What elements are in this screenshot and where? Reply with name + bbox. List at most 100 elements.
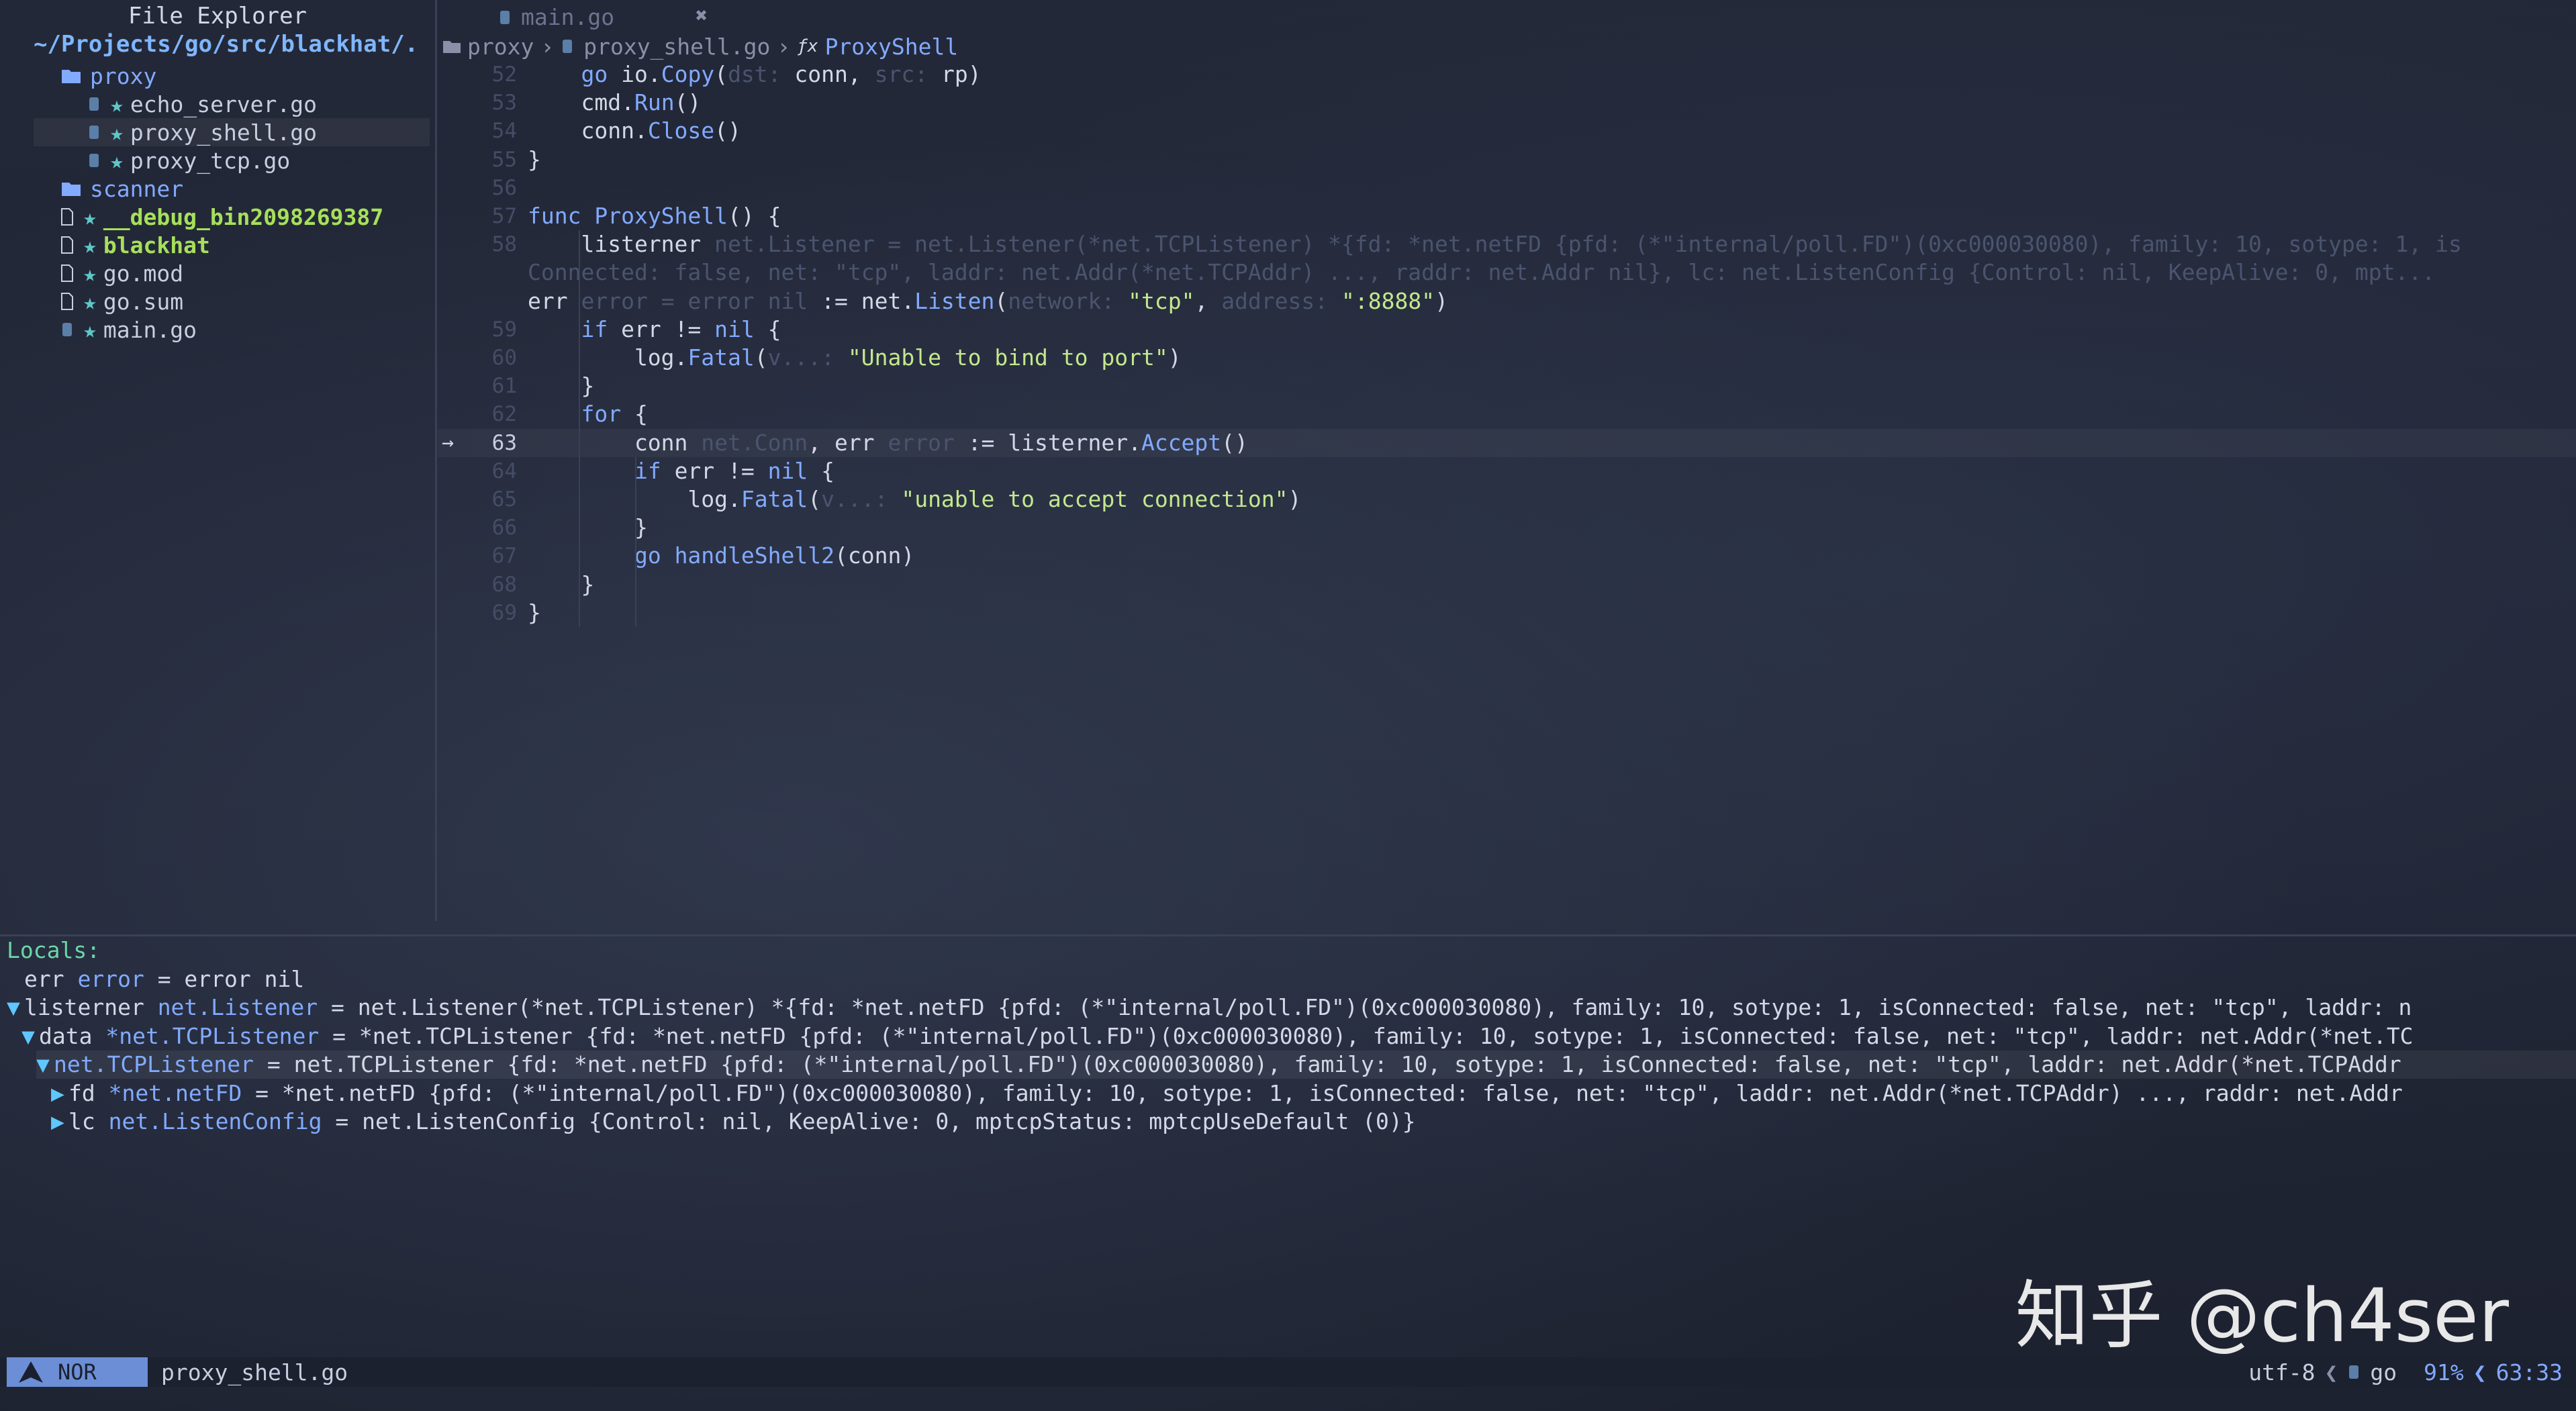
file-icon — [61, 264, 73, 282]
file-tree-item[interactable]: ★ echo_server.go — [34, 90, 430, 118]
expand-down-icon[interactable]: ▼ — [36, 1051, 54, 1079]
line-number: 65 — [491, 487, 517, 512]
code-token: Fatal — [687, 344, 755, 371]
tab-bar: main.go ✖ — [438, 4, 2576, 31]
tree-item-label: proxy_shell.go — [130, 119, 318, 146]
code-token: } — [528, 146, 541, 173]
code-line[interactable]: go io.Copy(dst: conn, src: rp) — [528, 60, 981, 89]
locals-variable-row[interactable]: ▼ net.TCPListener = net.TCPListener {fd: … — [36, 1051, 2576, 1079]
code-line[interactable]: } — [528, 146, 541, 174]
file-tree-item[interactable]: ★ proxy_shell.go — [34, 118, 430, 146]
code-token: { — [821, 458, 834, 484]
code-token: cmd. — [528, 89, 634, 115]
folder-open-icon — [443, 41, 461, 53]
code-line[interactable]: listerner net.Listener = net.Listener(*n… — [528, 230, 2461, 258]
locals-variable-row[interactable]: ▶ fd *net.netFD = *net.netFD {pfd: (*"int… — [51, 1079, 2576, 1108]
code-token: go — [634, 542, 675, 569]
code-line[interactable]: err error = error nil := net.Listen(netw… — [528, 287, 1448, 315]
variable-type: *net.netFD — [108, 1080, 242, 1106]
expand-down-icon[interactable]: ▼ — [7, 993, 24, 1022]
file-tree-item[interactable]: scanner — [34, 175, 430, 203]
code-token: Fatal — [741, 486, 808, 512]
code-line[interactable]: conn net.Conn, err error := listerner.Ac… — [528, 429, 1248, 457]
code-token: func — [528, 203, 595, 229]
function-icon: ƒx — [797, 36, 818, 56]
code-line[interactable]: if err != nil { — [528, 315, 781, 344]
code-token: conn, — [794, 61, 875, 87]
code-token: net.Conn — [701, 430, 808, 456]
explorer-cwd[interactable]: ~/Projects/go/src/blackhat/. — [34, 31, 418, 58]
indent-guide — [634, 457, 636, 627]
file-tree-item[interactable]: ★ go.sum — [34, 287, 430, 315]
code-line[interactable]: go handleShell2(conn) — [528, 542, 914, 570]
chevron-left-icon: ❮ — [2324, 1359, 2338, 1385]
variable-value: = net.ListenConfig {Control: nil, KeepAl… — [322, 1108, 1416, 1134]
file-tree-item[interactable]: ★ go.mod — [34, 259, 430, 287]
file-tree-item[interactable]: proxy — [34, 62, 430, 90]
code-token: "unable to accept connection" — [901, 486, 1288, 512]
code-token: err != — [621, 316, 715, 342]
code-line[interactable]: } — [528, 571, 594, 599]
file-tree-item[interactable]: ★ main.go — [34, 315, 430, 344]
tree-item-label: main.go — [103, 316, 197, 343]
code-token: go — [581, 61, 622, 87]
code-token: ) — [1167, 344, 1182, 371]
variable-value: = *net.netFD {pfd: (*"internal/poll.FD")… — [242, 1080, 2403, 1106]
variable-name: lc — [68, 1108, 95, 1134]
locals-variable-row[interactable]: ▼ listerner net.Listener = net.Listener(*… — [7, 993, 2576, 1022]
code-token: () — [674, 89, 702, 115]
code-line[interactable]: log.Fatal(v...: "unable to accept connec… — [528, 485, 1301, 514]
star-icon: ★ — [110, 119, 124, 146]
code-token: log. — [528, 344, 688, 371]
variable-value: = net.TCPListener {fd: *net.netFD {pfd: … — [254, 1051, 2401, 1077]
status-file: proxy_shell.go — [161, 1359, 348, 1385]
variable-type: *net.TCPListener — [105, 1023, 320, 1049]
breadcrumb-file[interactable]: proxy_shell.go — [583, 34, 770, 60]
code-token: err — [528, 288, 581, 314]
expand-down-icon[interactable]: ▼ — [21, 1022, 39, 1051]
breadcrumb-dir[interactable]: proxy — [467, 34, 534, 60]
code-token: , err — [808, 430, 888, 456]
code-line[interactable]: } — [528, 514, 648, 542]
line-number: 68 — [491, 573, 517, 597]
code-line[interactable]: } — [528, 599, 541, 627]
line-number: 53 — [491, 91, 517, 115]
code-token: } — [528, 599, 541, 626]
code-token: if — [634, 458, 675, 484]
code-token: ( — [808, 486, 822, 512]
breadcrumb-func[interactable]: ProxyShell — [825, 34, 959, 60]
code-line[interactable]: func ProxyShell() { — [528, 202, 781, 230]
code-line[interactable]: cmd.Run() — [528, 89, 701, 117]
tree-item-label: scanner — [90, 175, 184, 202]
expand-right-icon[interactable]: ▶ — [51, 1108, 68, 1136]
code-line[interactable]: log.Fatal(v...: "Unable to bind to port"… — [528, 344, 1182, 372]
locals-variable-row[interactable]: err error = error nil — [7, 965, 2576, 993]
go-file-icon — [89, 97, 99, 111]
tree-item-label: __debug_bin2098269387 — [103, 203, 384, 230]
file-tree-item[interactable]: ★ __debug_bin2098269387 — [34, 203, 430, 231]
code-line[interactable]: for { — [528, 400, 647, 428]
locals-variable-row[interactable]: ▶ lc net.ListenConfig = net.ListenConfig … — [51, 1108, 2576, 1136]
status-position: 63:33 — [2495, 1359, 2563, 1385]
code-token: Copy — [661, 61, 715, 87]
code-line[interactable]: conn.Close() — [528, 117, 741, 145]
code-line[interactable]: } — [528, 372, 594, 400]
file-tree-item[interactable]: ★ blackhat — [34, 231, 430, 259]
line-number: 57 — [491, 204, 517, 228]
close-icon[interactable]: ✖ — [696, 4, 708, 28]
code-line[interactable]: if err != nil { — [528, 457, 834, 485]
tab-main-go[interactable]: main.go — [498, 4, 614, 30]
code-token: v...: — [767, 344, 848, 371]
code-line[interactable]: Connected: false, net: "tcp", laddr: net… — [528, 258, 2435, 287]
code-token: v...: — [821, 486, 902, 512]
expand-right-icon[interactable]: ▶ — [51, 1079, 68, 1108]
line-number: 52 — [491, 62, 517, 87]
locals-variable-row[interactable]: ▼ data *net.TCPListener = *net.TCPListene… — [21, 1022, 2576, 1051]
code-token: } — [528, 571, 595, 597]
file-tree-item[interactable]: ★ proxy_tcp.go — [34, 146, 430, 175]
breadcrumb-sep: › — [540, 33, 555, 60]
star-icon: ★ — [83, 288, 97, 315]
code-editor[interactable]: 52 go io.Copy(dst: conn, src: rp) 53 cmd.… — [438, 60, 2576, 921]
